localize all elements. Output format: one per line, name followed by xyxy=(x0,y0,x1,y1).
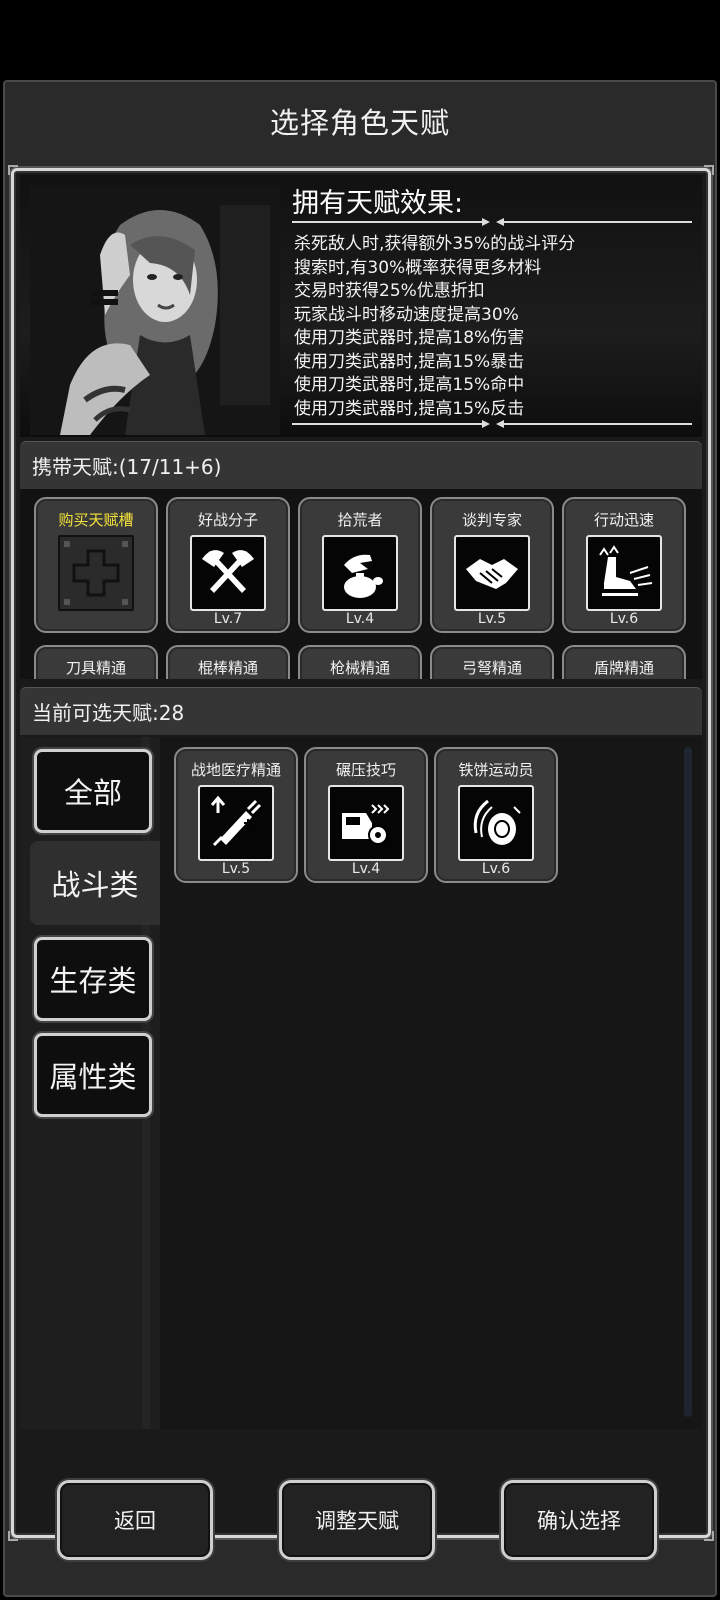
hand-bag-icon xyxy=(322,535,398,611)
effect-line: 使用刀类武器时,提高15%命中 xyxy=(294,375,525,395)
bottom-action-bar: 返回 调整天赋 确认选择 xyxy=(5,1442,715,1599)
talent-name: 战地医疗精通 xyxy=(190,761,281,779)
carried-talent-card[interactable]: 刀具精通 xyxy=(34,645,158,679)
talent-level: Lv.4 xyxy=(351,861,381,877)
effect-line: 使用刀类武器时,提高18%伤害 xyxy=(294,328,525,348)
effect-line: 杀死敌人时,获得额外35%的战斗评分 xyxy=(294,234,576,254)
carried-talent-card[interactable]: 行动迅速 Lv.6 xyxy=(562,497,686,633)
divider-top xyxy=(292,218,692,226)
buy-slot-label: 购买天赋槽 xyxy=(58,511,134,529)
available-talent-card[interactable]: 战地医疗精通 Lv.5 xyxy=(174,747,298,883)
available-talent-area: 全部 战斗类 生存类 属性类 战地医疗精通 Lv.5 碾压技巧 Lv.4 铁饼运… xyxy=(20,737,702,1429)
available-header: 当前可选天赋:28 xyxy=(20,687,702,735)
talent-name: 棍棒精通 xyxy=(197,659,258,677)
carried-talent-card[interactable]: 好战分子 Lv.7 xyxy=(166,497,290,633)
category-column: 全部 战斗类 生存类 属性类 xyxy=(20,737,160,1429)
carried-talent-card[interactable]: 拾荒者 Lv.4 xyxy=(298,497,422,633)
available-talent-card[interactable]: 铁饼运动员 Lv.6 xyxy=(434,747,558,883)
talent-name: 铁饼运动员 xyxy=(458,761,534,779)
effect-line: 交易时获得25%优惠折扣 xyxy=(294,281,485,301)
effects-heading: 拥有天赋效果: xyxy=(292,188,464,219)
running-boot-icon xyxy=(586,535,662,611)
effects-list[interactable]: 杀死敌人时,获得额外35%的战斗评分 搜索时,有30%概率获得更多材料 交易时获… xyxy=(294,233,694,419)
character-portrait xyxy=(30,185,280,435)
talent-window: 选择角色天赋 拥有天赋效果: 杀死敌人时,获得额外35%的战斗评分 搜索时,有3… xyxy=(3,80,717,1597)
crossed-axes-icon xyxy=(190,535,266,611)
category-combat-button[interactable]: 战斗类 xyxy=(30,841,160,925)
carried-talent-grid[interactable]: 购买天赋槽 好战分子 Lv.7 拾荒者 Lv.4 谈判专家 Lv.5 行动迅速 … xyxy=(20,489,702,679)
buy-talent-slot-button[interactable]: 购买天赋槽 xyxy=(34,497,158,633)
effect-line: 搜索时,有30%概率获得更多材料 xyxy=(294,257,542,278)
main-panel: 拥有天赋效果: 杀死敌人时,获得额外35%的战斗评分 搜索时,有30%概率获得更… xyxy=(8,165,714,1541)
category-attribute-button[interactable]: 属性类 xyxy=(34,1033,152,1117)
plus-icon xyxy=(58,535,134,611)
talent-level: Lv.5 xyxy=(221,861,251,877)
carried-header: 携带天赋:(17/11+6) xyxy=(20,441,702,489)
effect-line: 玩家战斗时移动速度提高30% xyxy=(294,304,519,325)
category-survival-button[interactable]: 生存类 xyxy=(34,937,152,1021)
adjust-talent-button[interactable]: 调整天赋 xyxy=(279,1480,435,1560)
talent-name: 弓弩精通 xyxy=(461,659,522,677)
talent-level: Lv.5 xyxy=(477,611,507,627)
talent-grid-scrollbar[interactable] xyxy=(684,747,692,1417)
character-hero: 拥有天赋效果: 杀死敌人时,获得额外35%的战斗评分 搜索时,有30%概率获得更… xyxy=(20,175,702,437)
talent-name: 好战分子 xyxy=(197,511,258,529)
discus-icon xyxy=(458,785,534,861)
talent-name: 盾牌精通 xyxy=(593,659,654,677)
talent-level: Lv.6 xyxy=(481,861,511,877)
carried-talent-card[interactable]: 棍棒精通 xyxy=(166,645,290,679)
effect-line: 使用刀类武器时,提高15%暴击 xyxy=(294,351,525,372)
frame-corner xyxy=(8,165,18,175)
effect-line: 使用刀类武器时,提高15%反击 xyxy=(294,398,525,419)
talent-level: Lv.7 xyxy=(213,611,243,627)
category-all-button[interactable]: 全部 xyxy=(34,749,152,833)
carried-talent-card[interactable]: 枪械精通 xyxy=(298,645,422,679)
talent-name: 行动迅速 xyxy=(593,511,654,529)
talent-name: 谈判专家 xyxy=(461,511,522,529)
available-talent-card[interactable]: 碾压技巧 Lv.4 xyxy=(304,747,428,883)
carried-talent-card[interactable]: 弓弩精通 xyxy=(430,645,554,679)
talent-name: 刀具精通 xyxy=(65,659,126,677)
talent-name: 拾荒者 xyxy=(337,511,383,529)
talent-level: Lv.4 xyxy=(345,611,375,627)
syringe-icon xyxy=(198,785,274,861)
page-title: 选择角色天赋 xyxy=(269,106,450,140)
talent-name: 碾压技巧 xyxy=(335,761,396,779)
frame-corner xyxy=(704,165,714,175)
handshake-icon xyxy=(454,535,530,611)
back-button[interactable]: 返回 xyxy=(57,1480,213,1560)
carried-talent-card[interactable]: 谈判专家 Lv.5 xyxy=(430,497,554,633)
carried-talent-card[interactable]: 盾牌精通 xyxy=(562,645,686,679)
talent-level: Lv.6 xyxy=(609,611,639,627)
talent-name: 枪械精通 xyxy=(329,659,390,677)
confirm-selection-button[interactable]: 确认选择 xyxy=(501,1480,657,1560)
car-crash-icon xyxy=(328,785,404,861)
divider-bottom xyxy=(292,420,692,428)
